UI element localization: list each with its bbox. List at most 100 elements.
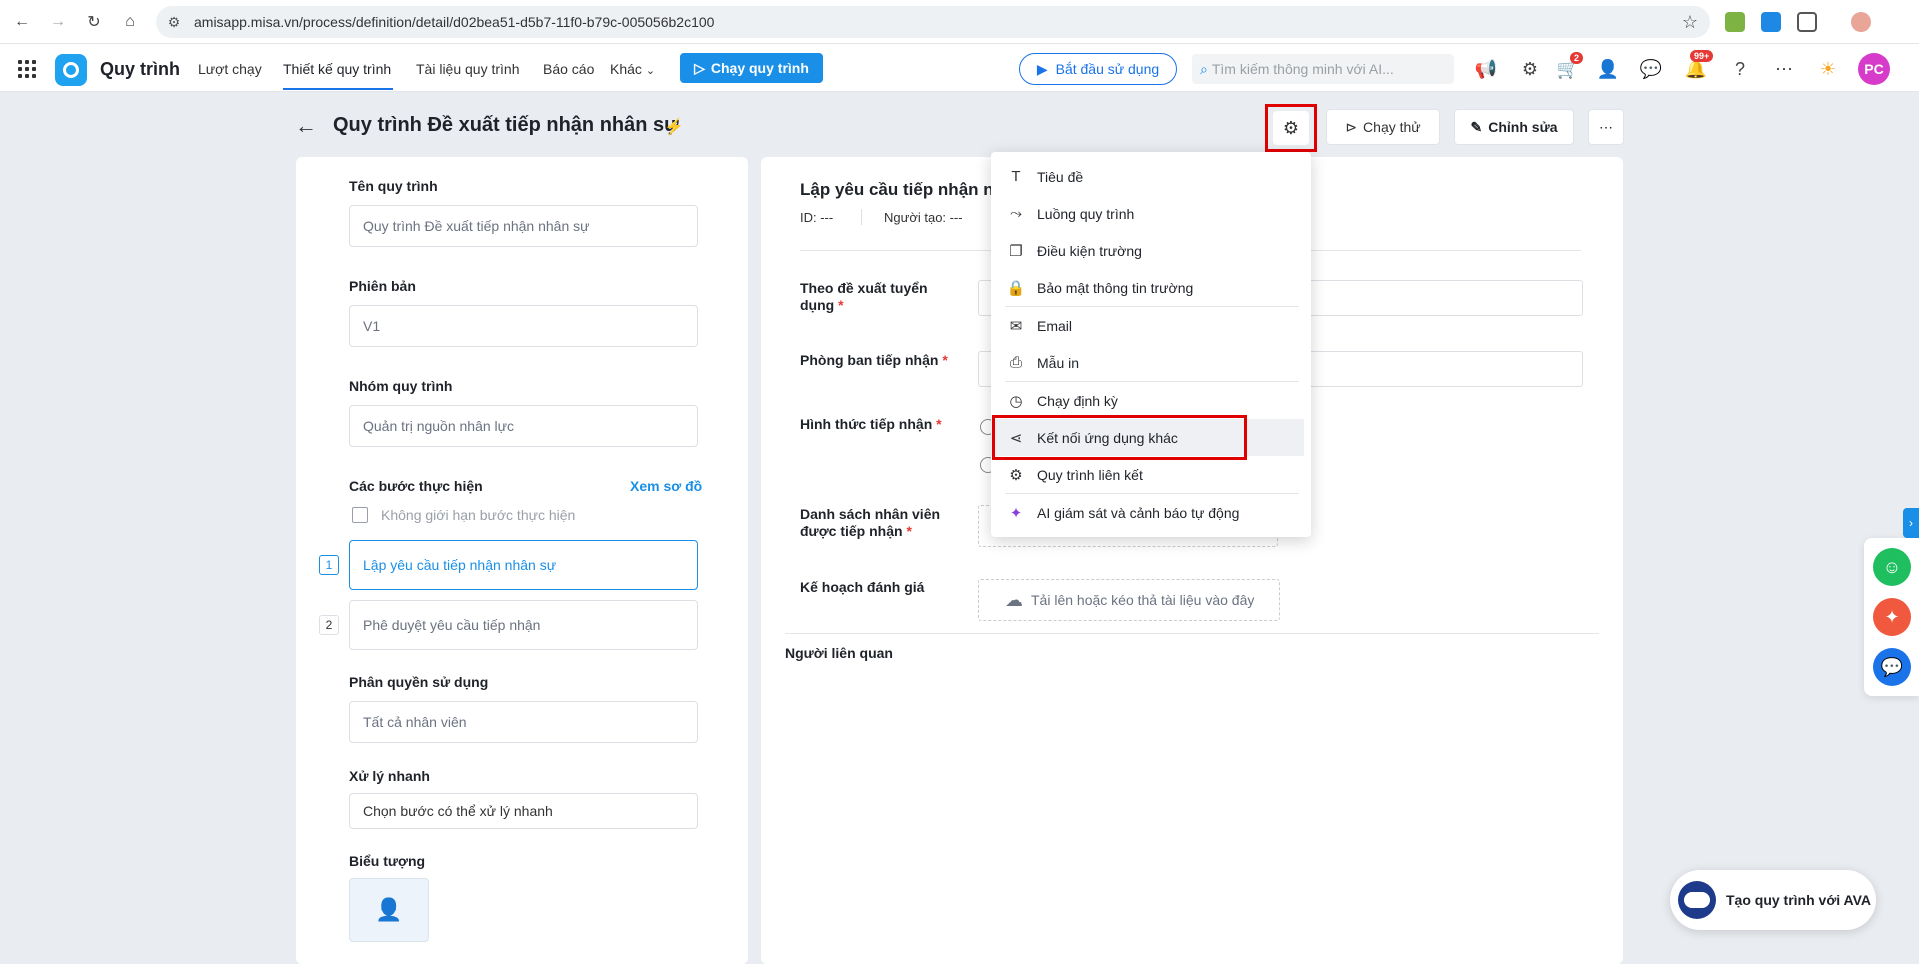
nav-active-indicator (283, 88, 393, 90)
chevron-right-icon: › (1909, 516, 1913, 530)
ai-sparkle-icon[interactable]: ✦ (1873, 598, 1911, 636)
menu-item-scheduled-run[interactable]: ◷ Chạy định kỳ (991, 382, 1311, 419)
version-field[interactable]: V1 (349, 305, 698, 347)
test-run-button[interactable]: ⊳ Chạy thử (1326, 109, 1440, 145)
version-label: Phiên bản (349, 278, 416, 294)
forward-icon[interactable]: → (46, 10, 70, 34)
side-panel-toggle[interactable]: › (1903, 508, 1919, 538)
field-label-method: Hình thức tiếp nhận * (800, 416, 942, 432)
nav-runs[interactable]: Lượt chạy (198, 61, 262, 77)
quick-process-field[interactable]: Chọn bước có thể xử lý nhanh (349, 793, 698, 829)
process-settings-button[interactable]: ⚙ (1273, 111, 1309, 145)
text-icon: T (1011, 168, 1021, 185)
page-title: Quy trình Đề xuất tiếp nhận nhân sự (333, 114, 679, 136)
cart-badge: 2 (1570, 52, 1584, 64)
process-icon-picker[interactable]: 👤 (349, 878, 429, 942)
form-creator: Người tạo: --- (884, 210, 963, 225)
connect-apps-highlight-box (992, 415, 1247, 460)
process-name-field[interactable]: Quy trình Đề xuất tiếp nhận nhân sự (349, 205, 698, 247)
app-title: Quy trình (100, 59, 180, 79)
apps-grid-icon[interactable] (18, 60, 36, 78)
menu-item-field-conditions[interactable]: ❐ Điều kiện trường (991, 232, 1311, 269)
view-diagram-link[interactable]: Xem sơ đồ (630, 478, 702, 494)
unlimited-steps-checkbox[interactable] (352, 507, 368, 523)
field-label-department: Phòng ban tiếp nhận * (800, 352, 948, 368)
chat-icon[interactable]: 💬 (1640, 58, 1662, 80)
menu-item-ai-monitoring[interactable]: ✦ AI giám sát và cảnh báo tự động (991, 494, 1311, 531)
notification-badge: 99+ (1690, 50, 1714, 62)
printer-icon: ⎙ (1009, 354, 1022, 371)
message-icon[interactable]: 💬 (1873, 648, 1911, 686)
extension-icon[interactable] (1761, 12, 1781, 32)
start-using-button[interactable]: ▶ Bắt đầu sử dụng (1019, 53, 1177, 85)
nav-documents[interactable]: Tài liệu quy trình (416, 61, 520, 77)
process-name-label: Tên quy trình (349, 178, 438, 194)
edit-button[interactable]: ✎ Chỉnh sửa (1454, 109, 1574, 145)
profile-icon[interactable] (1851, 12, 1871, 32)
add-user-icon: 👤 (375, 897, 403, 922)
step-item[interactable]: Phê duyệt yêu cầu tiếp nhận (349, 600, 698, 650)
create-with-ava-button[interactable]: Tạo quy trình với AVA (1670, 870, 1876, 930)
permission-label: Phân quyền sử dụng (349, 674, 489, 690)
settings-highlight-box: ⚙ (1265, 104, 1317, 152)
floating-dock: ☺ ✦ 💬 (1864, 538, 1919, 696)
bookmark-star-icon[interactable]: ☆ (1682, 12, 1698, 33)
form-title: Lập yêu cầu tiếp nhận n (800, 180, 994, 199)
app-logo (55, 54, 87, 86)
site-info-icon[interactable]: ⚙ (164, 12, 184, 32)
nav-design[interactable]: Thiết kế quy trình (283, 61, 391, 77)
reload-icon[interactable]: ↻ (82, 10, 106, 34)
permission-field[interactable]: Tất cả nhân viên (349, 701, 698, 743)
field-label-employee-list: Danh sách nhân viên được tiếp nhận * (800, 506, 941, 539)
menu-item-title[interactable]: T Tiêu đề (991, 158, 1311, 195)
field-label-recruitment: Theo đề xuất tuyển dụng * (800, 280, 928, 313)
help-icon[interactable]: ? (1729, 58, 1751, 80)
evaluation-plan-upload[interactable]: ☁ Tải lên hoặc kéo thả tài liệu vào đây (978, 579, 1280, 621)
address-bar[interactable]: ⚙ amisapp.misa.vn/process/definition/det… (156, 6, 1710, 38)
extension-icon[interactable] (1725, 12, 1745, 32)
process-group-field[interactable]: Quản trị nguồn nhân lực (349, 405, 698, 447)
mail-icon: ✉ (1009, 317, 1023, 335)
menu-item-flow[interactable]: ⤳ Luồng quy trình (991, 195, 1311, 232)
pencil-icon: ✎ (1470, 118, 1483, 135)
meta-divider (861, 209, 862, 225)
icon-label: Biểu tượng (349, 853, 426, 869)
more-apps-icon[interactable]: ⋯ (1773, 58, 1795, 80)
sun-icon[interactable]: ☀ (1817, 58, 1839, 80)
megaphone-icon[interactable]: 📢 (1475, 58, 1497, 80)
home-icon[interactable]: ⌂ (118, 10, 142, 34)
play-icon: ▶ (1036, 60, 1048, 77)
back-arrow-icon[interactable]: ← (295, 113, 317, 139)
nav-more[interactable]: Khác ⌄ (610, 61, 655, 77)
play-circle-icon: ⊳ (1345, 118, 1358, 135)
unlimited-steps-label: Không giới hạn bước thực hiện (381, 507, 576, 523)
nav-reports[interactable]: Báo cáo (543, 61, 594, 77)
user-avatar[interactable]: PC (1858, 53, 1890, 85)
gear-link-icon: ⚙ (1009, 466, 1023, 484)
menu-item-field-security[interactable]: 🔒 Bảo mật thông tin trường (991, 269, 1311, 306)
settings-icon[interactable]: ⚙ (1519, 58, 1541, 80)
flow-icon: ⤳ (1009, 205, 1022, 222)
run-process-button[interactable]: ▷ Chạy quy trình (680, 53, 823, 83)
ellipsis-icon: ⋯ (1599, 118, 1613, 135)
step-number: 2 (319, 615, 339, 635)
step-item[interactable]: Lập yêu cầu tiếp nhận nhân sự (349, 540, 698, 590)
search-input[interactable] (1211, 61, 1432, 77)
extensions-puzzle-icon[interactable] (1797, 12, 1817, 32)
robot-icon (1678, 881, 1716, 919)
menu-item-print-template[interactable]: ⎙ Mẫu in (991, 344, 1311, 381)
process-group-label: Nhóm quy trình (349, 378, 453, 394)
search-icon: ⌕ (1200, 60, 1208, 77)
form-id: ID: --- (800, 210, 834, 225)
chevron-down-icon: ⌄ (645, 65, 656, 77)
menu-item-email[interactable]: ✉ Email (991, 307, 1311, 344)
copy-icon: ❐ (1009, 242, 1023, 260)
menu-item-linked-process[interactable]: ⚙ Quy trình liên kết (991, 456, 1311, 493)
add-user-icon[interactable]: 👤 (1597, 58, 1619, 80)
back-icon[interactable]: ← (10, 10, 34, 34)
more-options-button[interactable]: ⋯ (1588, 109, 1624, 145)
chat-support-icon[interactable]: ☺ (1873, 548, 1911, 586)
steps-label: Các bước thực hiện (349, 478, 483, 494)
url-text: amisapp.misa.vn/process/definition/detai… (194, 14, 715, 30)
smart-search[interactable]: ⌕ (1192, 54, 1454, 84)
